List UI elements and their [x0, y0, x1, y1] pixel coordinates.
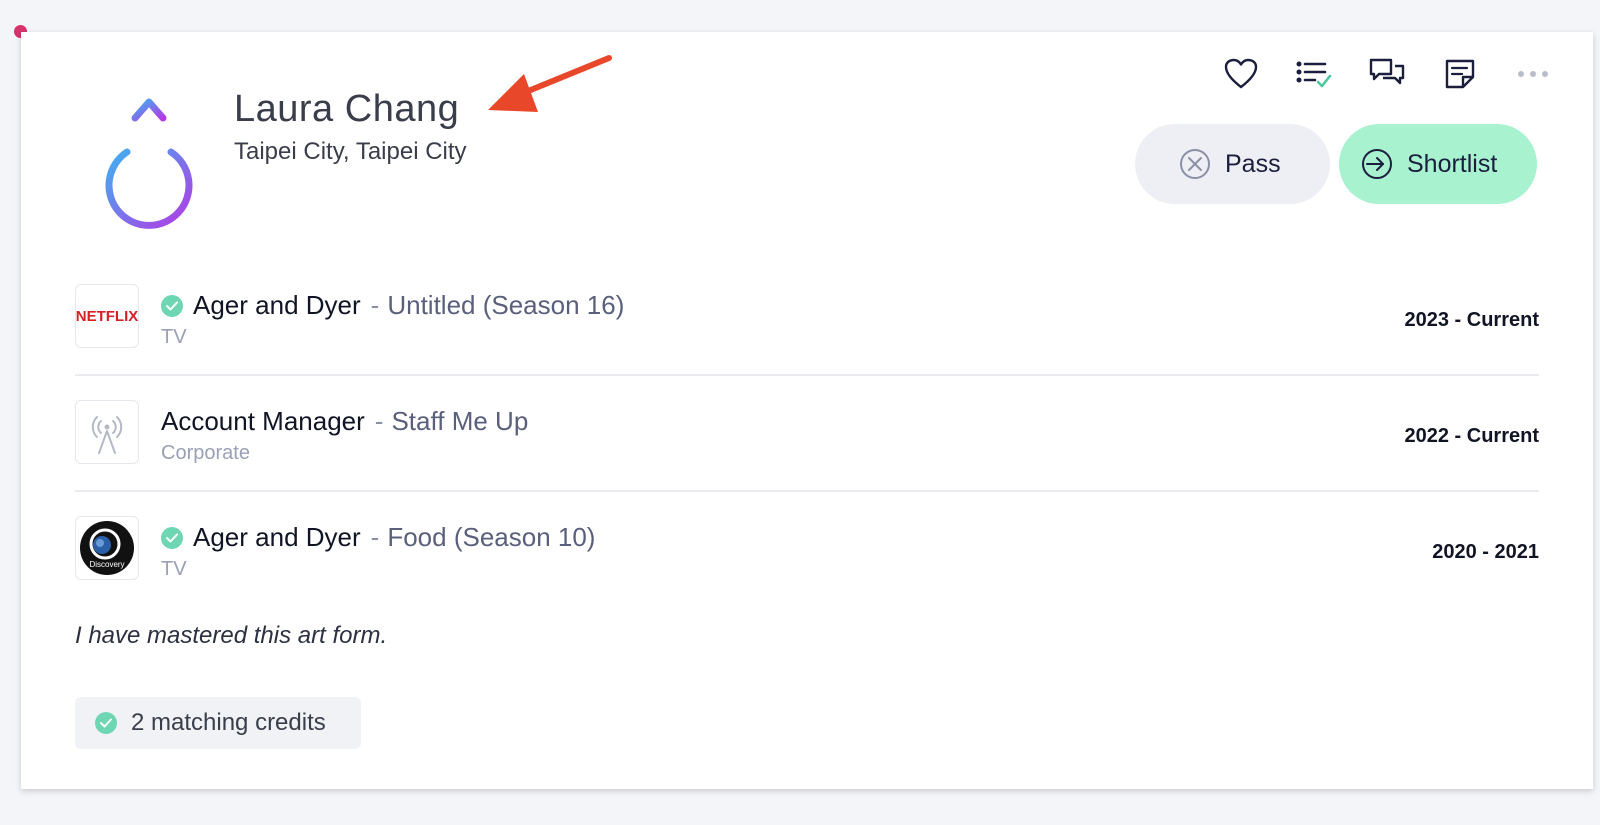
- more-options-button[interactable]: [1496, 54, 1569, 94]
- credit-project: Untitled (Season 16): [387, 290, 625, 320]
- credit-row[interactable]: Account Manager - Staff Me Up Corporate …: [75, 376, 1539, 492]
- checklist-icon: [1296, 61, 1331, 88]
- antenna-icon: [91, 416, 123, 454]
- credits-list: NETFLIX Ager and Dyer - Untitled (Season…: [75, 260, 1539, 606]
- matching-credits-label: 2 matching credits: [131, 709, 326, 736]
- shortlist-label: Shortlist: [1407, 149, 1498, 178]
- credit-row[interactable]: Discovery Ager and Dyer - Food (Season 1…: [75, 492, 1539, 606]
- credit-title: Account Manager: [161, 406, 365, 436]
- profile-bio: I have mastered this art form.: [75, 622, 388, 649]
- credit-heading: Ager and Dyer - Untitled (Season 16): [161, 290, 624, 321]
- chat-bubbles-icon: [1369, 58, 1404, 85]
- credit-dates: 2020 - 2021: [1432, 541, 1539, 563]
- credit-row[interactable]: NETFLIX Ager and Dyer - Untitled (Season…: [75, 260, 1539, 376]
- credit-heading: Ager and Dyer - Food (Season 10): [161, 522, 595, 553]
- enter-circle-icon: [1362, 149, 1392, 179]
- credit-project: Food (Season 10): [387, 522, 596, 552]
- credit-dates: 2023 - Current: [1404, 309, 1540, 331]
- favorite-button[interactable]: [1204, 54, 1277, 94]
- credit-separator: -: [374, 406, 384, 436]
- credit-title: Ager and Dyer: [193, 290, 361, 320]
- credit-type: TV: [161, 326, 187, 348]
- action-icon-bar: [1204, 54, 1569, 94]
- netflix-logo: NETFLIX: [75, 284, 139, 348]
- verified-check-icon: [161, 526, 183, 549]
- discovery-logo: Discovery: [75, 516, 139, 580]
- credit-heading: Account Manager - Staff Me Up: [161, 406, 528, 437]
- svg-text:Discovery: Discovery: [89, 560, 124, 569]
- annotation-arrow-icon: [488, 55, 612, 112]
- matching-check-icon: [95, 712, 117, 734]
- shortlist-button[interactable]: Shortlist: [1339, 124, 1537, 204]
- message-button[interactable]: [1350, 54, 1423, 94]
- credit-type: Corporate: [161, 442, 250, 464]
- heart-icon: [1224, 58, 1257, 89]
- matching-credits-badge[interactable]: 2 matching credits: [75, 697, 361, 749]
- credit-separator: -: [370, 290, 380, 320]
- credit-type: TV: [161, 558, 187, 580]
- note-icon: [1445, 59, 1474, 89]
- verified-check-icon: [161, 294, 183, 317]
- pass-button[interactable]: Pass: [1135, 124, 1330, 204]
- pass-label: Pass: [1225, 149, 1281, 178]
- more-icon: [1517, 71, 1548, 77]
- credit-title: Ager and Dyer: [193, 522, 361, 552]
- add-to-list-button[interactable]: [1277, 54, 1350, 94]
- profile-name: Laura Chang: [234, 88, 460, 130]
- power-avatar-icon: [105, 98, 193, 229]
- antenna-logo: [75, 400, 139, 464]
- notes-button[interactable]: [1423, 54, 1496, 94]
- close-circle-icon: [1180, 149, 1210, 179]
- credit-dates: 2022 - Current: [1404, 425, 1540, 447]
- credit-separator: -: [370, 522, 380, 552]
- profile-card: Laura Chang Taipei City, Taipei City Pas…: [21, 32, 1593, 789]
- profile-location: Taipei City, Taipei City: [234, 138, 467, 165]
- credit-project: Staff Me Up: [391, 406, 529, 436]
